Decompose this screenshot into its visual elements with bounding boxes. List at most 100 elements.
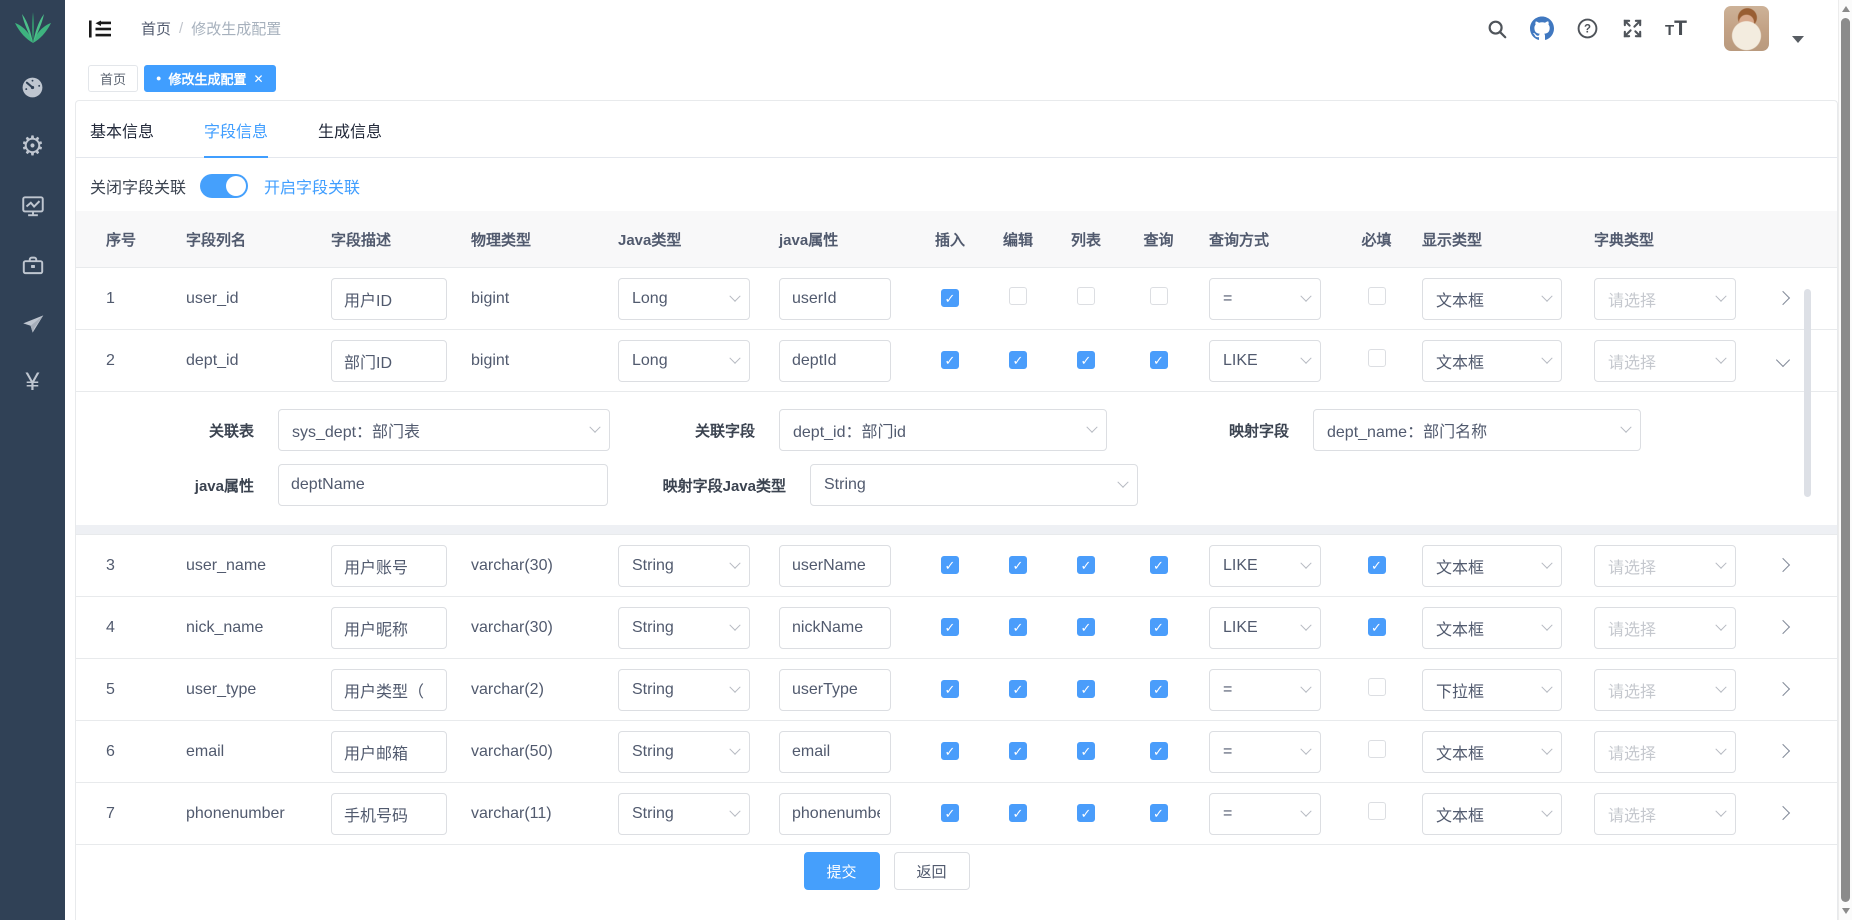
dict-type-select[interactable]: 请选择 [1594,607,1736,649]
dict-type-select[interactable]: 请选择 [1594,545,1736,587]
java-field-input[interactable] [779,545,891,587]
list-checkbox[interactable]: ✓ [1077,680,1095,698]
expand-row-chevron-icon[interactable] [1776,619,1790,633]
list-checkbox[interactable] [1077,287,1095,305]
list-checkbox[interactable]: ✓ [1077,351,1095,369]
edit-checkbox[interactable]: ✓ [1009,804,1027,822]
table-scrollbar-thumb[interactable] [1804,289,1811,497]
relation-toggle-switch[interactable] [200,174,248,198]
scroll-down-arrow[interactable] [1839,904,1852,918]
list-checkbox[interactable]: ✓ [1077,742,1095,760]
expand-row-chevron-icon[interactable] [1776,557,1790,571]
java-field-input[interactable] [779,731,891,773]
expand-row-chevron-icon[interactable] [1776,681,1790,695]
display-type-select[interactable]: 文本框 [1422,607,1562,649]
back-button[interactable]: 返回 [894,852,970,890]
expansion-select[interactable]: String [810,464,1138,506]
description-input[interactable] [331,340,447,382]
font-size-button[interactable]: TT [1665,17,1687,41]
display-type-select[interactable]: 文本框 [1422,278,1562,320]
java-field-input[interactable] [779,278,891,320]
query-checkbox[interactable]: ✓ [1150,680,1168,698]
insert-checkbox[interactable]: ✓ [941,618,959,636]
description-input[interactable] [331,669,447,711]
display-type-select[interactable]: 下拉框 [1422,669,1562,711]
sidebar-item-deploy[interactable] [0,294,65,353]
sidebar-item-dashboard[interactable] [0,58,65,117]
java-field-input[interactable] [779,340,891,382]
description-input[interactable] [331,545,447,587]
tag-close-icon[interactable]: ✕ [253,72,263,86]
tag-current[interactable]: ● 修改生成配置 ✕ [144,65,276,92]
description-input[interactable] [331,278,447,320]
sidebar-item-finance[interactable]: ¥ [0,353,65,412]
description-input[interactable] [331,731,447,773]
tag-home[interactable]: 首页 [88,65,138,92]
query-type-select[interactable]: LIKE [1209,340,1321,382]
sidebar-collapse-button[interactable] [87,17,113,41]
java-type-select[interactable]: String [618,607,750,649]
display-type-select[interactable]: 文本框 [1422,731,1562,773]
query-type-select[interactable]: = [1209,669,1321,711]
query-type-select[interactable]: LIKE [1209,545,1321,587]
query-type-select[interactable]: = [1209,793,1321,835]
list-checkbox[interactable]: ✓ [1077,556,1095,574]
app-logo[interactable] [0,0,65,58]
insert-checkbox[interactable]: ✓ [941,351,959,369]
query-checkbox[interactable]: ✓ [1150,351,1168,369]
help-button[interactable]: ? [1575,17,1599,41]
page-scrollbar-thumb[interactable] [1841,18,1850,902]
insert-checkbox[interactable]: ✓ [941,289,959,307]
expansion-select[interactable]: dept_id：部门id [779,409,1107,451]
dict-type-select[interactable]: 请选择 [1594,340,1736,382]
expansion-select[interactable]: sys_dept：部门表 [278,409,610,451]
java-type-select[interactable]: Long [618,278,750,320]
query-type-select[interactable]: = [1209,278,1321,320]
expand-row-chevron-icon[interactable] [1776,805,1790,819]
required-checkbox[interactable] [1368,349,1386,367]
query-checkbox[interactable]: ✓ [1150,742,1168,760]
sidebar-item-monitor[interactable] [0,176,65,235]
java-type-select[interactable]: String [618,793,750,835]
edit-checkbox[interactable]: ✓ [1009,556,1027,574]
fullscreen-button[interactable] [1620,17,1644,41]
scroll-up-arrow[interactable] [1839,2,1852,16]
required-checkbox[interactable] [1368,740,1386,758]
dict-type-select[interactable]: 请选择 [1594,793,1736,835]
sidebar-item-settings[interactable]: ⚙ [0,117,65,176]
edit-checkbox[interactable]: ✓ [1009,742,1027,760]
insert-checkbox[interactable]: ✓ [941,804,959,822]
expansion-select[interactable]: dept_name：部门名称 [1313,409,1641,451]
display-type-select[interactable]: 文本框 [1422,545,1562,587]
breadcrumb-home[interactable]: 首页 [141,18,171,39]
query-checkbox[interactable]: ✓ [1150,556,1168,574]
java-type-select[interactable]: String [618,669,750,711]
java-type-select[interactable]: String [618,731,750,773]
display-type-select[interactable]: 文本框 [1422,340,1562,382]
required-checkbox[interactable]: ✓ [1368,618,1386,636]
display-type-select[interactable]: 文本框 [1422,793,1562,835]
edit-checkbox[interactable]: ✓ [1009,351,1027,369]
required-checkbox[interactable] [1368,678,1386,696]
list-checkbox[interactable]: ✓ [1077,618,1095,636]
sidebar-item-tools[interactable] [0,235,65,294]
query-type-select[interactable]: = [1209,731,1321,773]
required-checkbox[interactable] [1368,802,1386,820]
java-type-select[interactable]: Long [618,340,750,382]
submit-button[interactable]: 提交 [804,852,880,890]
dict-type-select[interactable]: 请选择 [1594,669,1736,711]
tab-field-info[interactable]: 字段信息 [204,118,268,158]
query-type-select[interactable]: LIKE [1209,607,1321,649]
avatar[interactable] [1724,6,1769,51]
tab-generate-info[interactable]: 生成信息 [318,118,382,157]
java-field-input[interactable] [779,793,891,835]
java-field-input[interactable] [779,669,891,711]
dict-type-select[interactable]: 请选择 [1594,278,1736,320]
description-input[interactable] [331,607,447,649]
github-button[interactable] [1530,17,1554,41]
insert-checkbox[interactable]: ✓ [941,742,959,760]
edit-checkbox[interactable] [1009,287,1027,305]
query-checkbox[interactable]: ✓ [1150,804,1168,822]
query-checkbox[interactable] [1150,287,1168,305]
edit-checkbox[interactable]: ✓ [1009,618,1027,636]
